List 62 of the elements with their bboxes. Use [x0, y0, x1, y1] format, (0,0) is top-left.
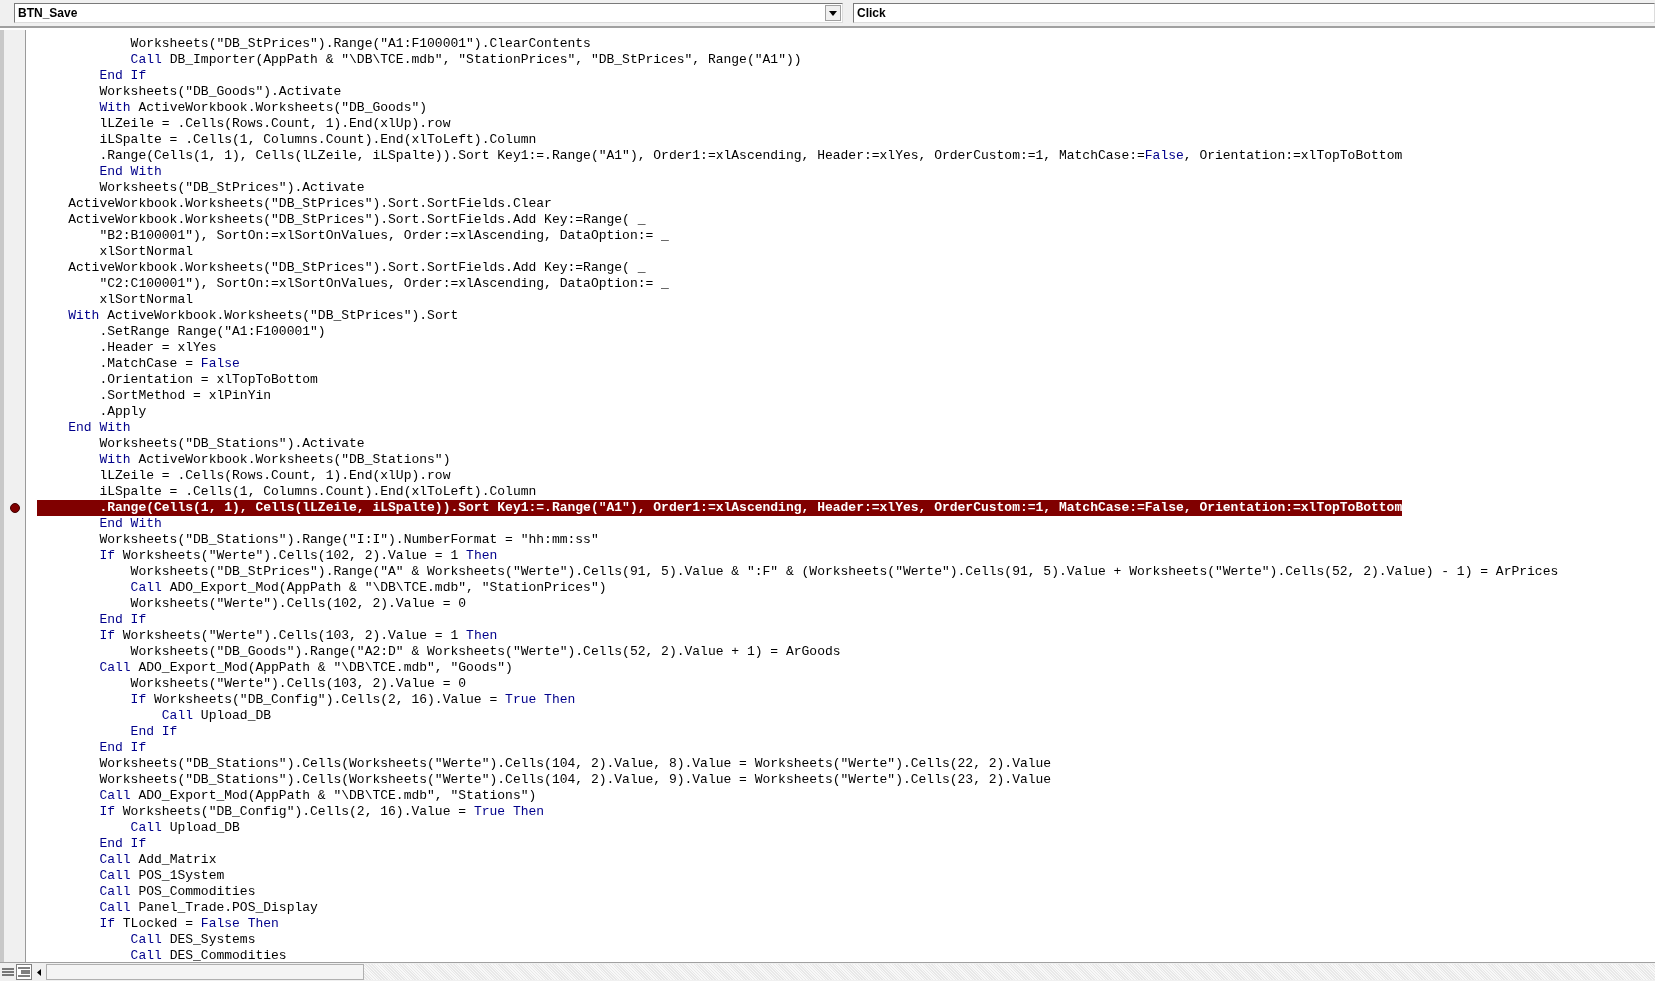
code-line: Call ADO_Export_Mod(AppPath & "\DB\TCE.mdb", "Stations") — [98, 788, 537, 804]
code-line: xlSortNormal — [98, 292, 194, 308]
code-line: End If — [98, 836, 147, 852]
code-line: Worksheets("DB_Stations").Cells(Worksheets("Werte").Cells(104, 2).Value, 8).Value = Worksheets("Werte").Cells(22, 2).Value — [98, 756, 1052, 772]
code-line: If Worksheets("Werte").Cells(102, 2).Value = 1 Then — [98, 548, 498, 564]
code-line: xlSortNormal — [98, 244, 194, 260]
code-line: .SetRange Range("A1:F100001") — [98, 324, 326, 340]
code-line: Call ADO_Export_Mod(AppPath & "\DB\TCE.mdb", "Goods") — [98, 660, 513, 676]
code-line: "C2:C100001"), SortOn:=xlSortOnValues, Order:=xlAscending, DataOption:= _ — [98, 276, 669, 292]
code-line: End If — [98, 612, 147, 628]
code-line: .Apply — [98, 404, 147, 420]
object-dropdown[interactable]: BTN_Save — [14, 3, 843, 23]
code-line: Worksheets("DB_Goods").Activate — [98, 84, 342, 100]
code-line: lLZeile = .Cells(Rows.Count, 1).End(xlUp).row — [98, 116, 451, 132]
code-line: "B2:B100001"), SortOn:=xlSortOnValues, Order:=xlAscending, DataOption:= _ — [98, 228, 669, 244]
code-line: Worksheets("DB_Goods").Range("A2:D" & Worksheets("Werte").Cells(52, 2).Value + 1) = ArGoods — [129, 644, 841, 660]
code-line: End If — [98, 68, 147, 84]
code-line: Call Upload_DB — [129, 820, 240, 836]
full-module-view-icon[interactable] — [16, 964, 32, 980]
code-line: If Worksheets("DB_Config").Cells(2, 16).Value = True Then — [98, 804, 545, 820]
code-line: End If — [98, 740, 147, 756]
code-line: With ActiveWorkbook.Worksheets("DB_Goods") — [98, 100, 428, 116]
code-line: Worksheets("Werte").Cells(102, 2).Value = 0 — [129, 596, 467, 612]
code-line: Call DB_Importer(AppPath & "\DB\TCE.mdb", "StationPrices", "DB_StPrices", Range("A1")) — [129, 52, 802, 68]
procedure-dropdown[interactable]: Click — [853, 3, 1655, 23]
code-line: Call ADO_Export_Mod(AppPath & "\DB\TCE.mdb", "StationPrices") — [129, 580, 607, 596]
code-line: With ActiveWorkbook.Worksheets("DB_Stations") — [98, 452, 451, 468]
code-line: .SortMethod = xlPinYin — [98, 388, 272, 404]
code-line: Worksheets("Werte").Cells(103, 2).Value = 0 — [129, 676, 467, 692]
scrollbar-thumb[interactable] — [46, 964, 364, 980]
code-line: ActiveWorkbook.Worksheets("DB_StPrices").Sort.SortFields.Clear — [67, 196, 552, 212]
code-line: iLSpalte = .Cells(1, Columns.Count).End(xlToLeft).Column — [98, 132, 537, 148]
code-line: .MatchCase = False — [98, 356, 240, 372]
code-line: If Worksheets("DB_Config").Cells(2, 16).Value = True Then — [129, 692, 576, 708]
code-line: Worksheets("DB_Stations").Cells(Worksheets("Werte").Cells(104, 2).Value, 9).Value = Worksheets("Werte").Cells(23, 2).Value — [98, 772, 1052, 788]
code-line: lLZeile = .Cells(Rows.Count, 1).End(xlUp).row — [98, 468, 451, 484]
code-line: Call DES_Systems — [129, 932, 256, 948]
breakpoint-dot-icon[interactable] — [9, 503, 20, 513]
code-line: Worksheets("DB_Stations").Activate — [98, 436, 365, 452]
code-line: Worksheets("DB_Stations").Range("I:I").NumberFormat = "hh:mm:ss" — [98, 532, 599, 548]
code-line: End With — [67, 420, 131, 436]
code-line: Worksheets("DB_StPrices").Range("A" & Worksheets("Werte").Cells(91, 5).Value & ":F" & (Worksheets("Werte").Cells(91, 5).Value + Worksheets("Werte").Cells(52, 2).Value) - 1) = ArPrices — [129, 564, 1559, 580]
code-line: .Orientation = xlTopToBottom — [98, 372, 318, 388]
code-line: Call POS_Commodities — [98, 884, 256, 900]
code-line: Worksheets("DB_StPrices").Activate — [98, 180, 365, 196]
code-line: If Worksheets("Werte").Cells(103, 2).Value = 1 Then — [98, 628, 498, 644]
code-line: With ActiveWorkbook.Worksheets("DB_StPrices").Sort — [67, 308, 459, 324]
code-line: Worksheets("DB_StPrices").Range("A1:F100001").ClearContents — [129, 36, 591, 52]
code-line: .Range(Cells(1, 1), Cells(lLZeile, iLSpalte)).Sort Key1:=.Range("A1"), Order1:=xlAscending, Header:=xlYes, OrderCustom:=1, MatchCase:=False, Orientation:=xlTopToBottom — [98, 148, 1403, 164]
code-line: .Header = xlYes — [98, 340, 217, 356]
code-line: ActiveWorkbook.Worksheets("DB_StPrices").Sort.SortFields.Add Key:=Range( _ — [67, 260, 646, 276]
code-line: If TLocked = False Then — [98, 916, 279, 932]
code-line: End If — [129, 724, 178, 740]
code-line: Call Upload_DB — [160, 708, 272, 724]
code-line: Call POS_1System — [98, 868, 225, 884]
code-line: Call Add_Matrix — [98, 852, 217, 868]
code-line: Call Panel_Trade.POS_Display — [98, 900, 318, 916]
code-line: End With — [98, 164, 162, 180]
code-line: iLSpalte = .Cells(1, Columns.Count).End(xlToLeft).Column — [98, 484, 537, 500]
code-line: End With — [98, 516, 162, 532]
code-line: Call DES_Commodities — [129, 948, 287, 962]
code-line: ActiveWorkbook.Worksheets("DB_StPrices").Sort.SortFields.Add Key:=Range( _ — [67, 212, 646, 228]
